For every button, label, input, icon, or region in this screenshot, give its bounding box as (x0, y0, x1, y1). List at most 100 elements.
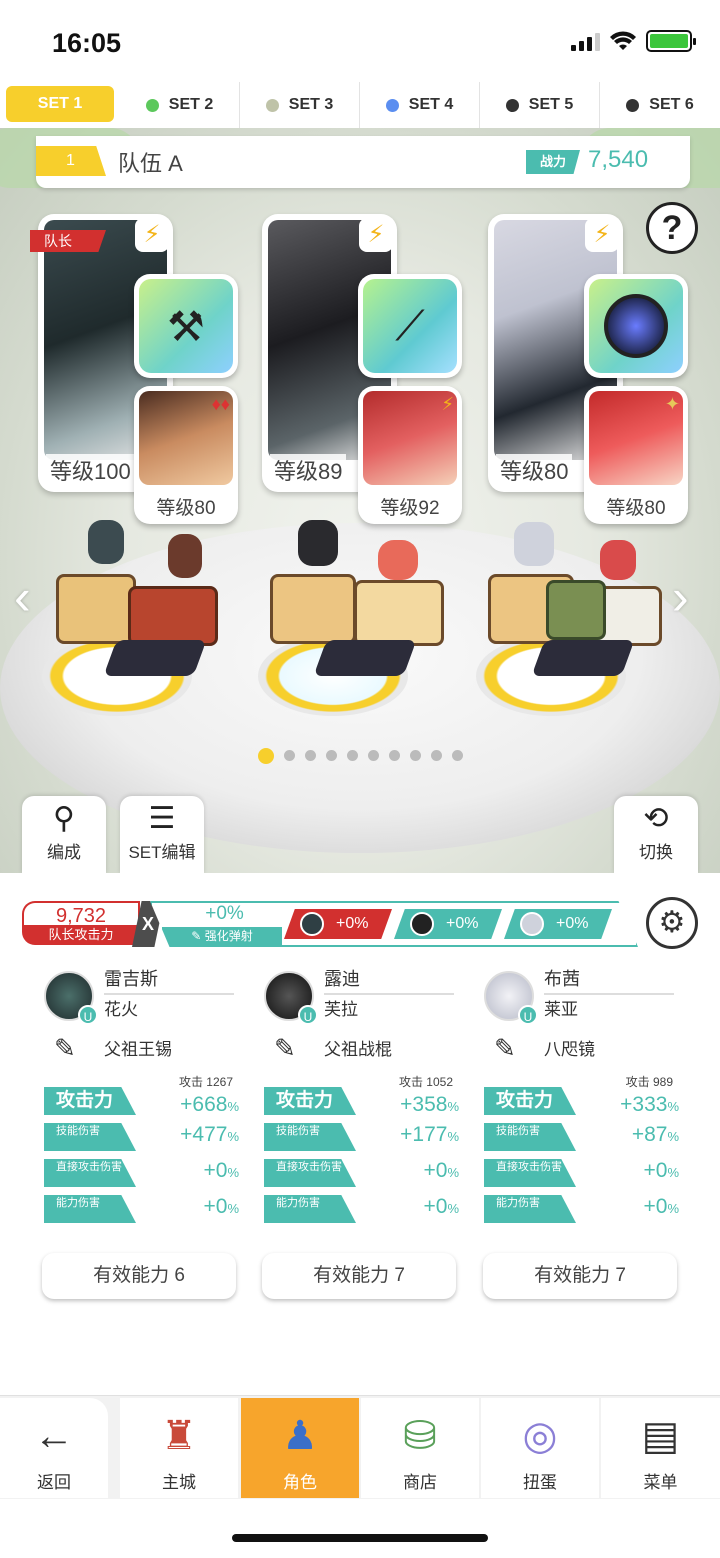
enhance-value: +0% (205, 903, 244, 924)
percent-sign: % (447, 1165, 459, 1180)
help-button[interactable]: ? (646, 202, 698, 254)
lightning-icon: ⚡ (359, 218, 393, 252)
set-edit-button[interactable]: ☰ SET编辑 (120, 796, 204, 873)
signal-icon (571, 31, 600, 51)
chevron-left-icon[interactable]: ‹ (14, 568, 31, 626)
tab-set-6[interactable]: SET 6 (600, 82, 720, 128)
stat-value: +0% (203, 1195, 239, 1219)
stat-label: 能力伤害 (44, 1195, 136, 1223)
page-dot[interactable] (325, 750, 337, 761)
nav-character[interactable]: ♟ 角色 (241, 1398, 359, 1498)
tab-set-5[interactable]: SET 5 (480, 82, 600, 128)
switch-button[interactable]: ⟲ 切换 (614, 796, 698, 873)
stat-value: +0% (643, 1159, 679, 1183)
hero-avatar[interactable]: U (484, 971, 538, 1025)
hero-avatar[interactable]: U (264, 971, 318, 1025)
weapon-card-3[interactable] (584, 274, 688, 378)
stat-value: +0% (423, 1159, 459, 1183)
stat-number: +668 (180, 1093, 228, 1116)
ultimate-badge-icon: U (298, 1005, 318, 1025)
boost-bar: +0% ✎ 强化弹射 +0% +0% +0% (150, 901, 638, 947)
nav-label: 主城 (162, 1473, 196, 1492)
page-dot[interactable] (367, 750, 379, 761)
chevron-right-icon[interactable]: › (672, 568, 689, 626)
tab-set-3[interactable]: SET 3 (240, 82, 360, 128)
weapon-name: 父祖王锡 (104, 1040, 172, 1059)
percent-sign: % (667, 1099, 679, 1114)
page-dot[interactable] (430, 750, 442, 761)
magnifier-gear-icon: ⚲ (53, 802, 75, 835)
gacha-icon: ◎ (522, 1414, 558, 1458)
stat-value: +0% (423, 1195, 459, 1219)
leader-tag: 队长 (30, 230, 106, 252)
power-value: 7,540 (588, 146, 649, 173)
accessory-level: 等级80 (156, 498, 216, 519)
stat-number: +333 (620, 1093, 668, 1116)
hero-name: 露迪 (324, 965, 454, 995)
effective-ability-button-3[interactable]: 有效能力 7 (483, 1253, 677, 1299)
nav-shop[interactable]: ⛁ 商店 (361, 1398, 479, 1498)
home-indicator[interactable] (232, 1534, 488, 1542)
settings-gear-button[interactable]: ⚙ (646, 897, 698, 949)
tab-set-2[interactable]: SET 2 (120, 82, 240, 128)
weapon-card-1[interactable]: ⚒ (134, 274, 238, 378)
accessory-card-3[interactable]: ✦ 等级80 (584, 386, 688, 524)
castle-icon: ♜ (161, 1414, 197, 1458)
page-dot[interactable] (388, 750, 400, 761)
team-name[interactable]: 队伍 A (118, 146, 183, 178)
nav-castle[interactable]: ♜ 主城 (120, 1398, 238, 1498)
page-dot[interactable] (283, 750, 295, 761)
stat-number: +0 (203, 1195, 228, 1218)
lightning-icon: ⚡ (585, 218, 619, 252)
stat-row-ability: 能力伤害 +0% (484, 1195, 679, 1225)
power-label: 战力 (526, 150, 580, 174)
set-color-dot (385, 98, 399, 112)
stat-row-direct: 直接攻击伤害 +0% (44, 1159, 239, 1189)
team-number: 1 (36, 146, 106, 176)
status-time: 16:05 (52, 28, 122, 58)
weapon-card-2[interactable]: ⟋ (358, 274, 462, 378)
nav-label: 返回 (37, 1473, 71, 1492)
stat-number: +0 (643, 1159, 668, 1182)
menu-icon: ▤ (641, 1414, 680, 1458)
stat-value: +87% (632, 1123, 679, 1147)
nav-menu[interactable]: ▤ 菜单 (601, 1398, 720, 1498)
stat-row-skill: 技能伤害 +87% (484, 1123, 679, 1153)
page-dot[interactable] (346, 750, 358, 761)
hero-level: 等级100 (46, 454, 135, 486)
accessory-card-1[interactable]: ♦♦ 等级80 (134, 386, 238, 524)
stat-row-attack: 攻击力 攻击 989 +333% (484, 1075, 679, 1117)
effective-ability-button-2[interactable]: 有效能力 7 (262, 1253, 456, 1299)
page-dot[interactable] (451, 750, 463, 761)
accessory-card-2[interactable]: ⚡ 等级92 (358, 386, 462, 524)
accessory-name: 芙拉 (324, 1000, 358, 1019)
effective-ability-button-1[interactable]: 有效能力 6 (42, 1253, 236, 1299)
stat-number: +0 (423, 1159, 448, 1182)
page-dot[interactable] (257, 748, 274, 764)
page-dot[interactable] (409, 750, 421, 761)
stat-row-attack: 攻击力 攻击 1267 +668% (44, 1075, 239, 1117)
gear-icon: ⚙ (658, 906, 686, 939)
nav-label: 角色 (283, 1473, 317, 1492)
stat-row-ability: 能力伤害 +0% (264, 1195, 459, 1225)
status-bar: 16:05 (0, 0, 720, 82)
accessory-name: 莱亚 (544, 1000, 578, 1019)
nav-back[interactable]: ← 返回 (0, 1398, 108, 1498)
weapon-icon: ✎ (54, 1033, 76, 1063)
tab-set-4[interactable]: SET 4 (360, 82, 480, 128)
switch-label: 切换 (639, 843, 673, 862)
shop-icon: ⛁ (403, 1414, 437, 1458)
chibi-sprite-1 (48, 520, 238, 690)
tab-set-1[interactable]: SET 1 (6, 86, 114, 122)
lightning-icon: ⚡ (135, 218, 169, 252)
stat-number: +358 (400, 1093, 448, 1116)
nav-gacha[interactable]: ◎ 扭蛋 (481, 1398, 599, 1498)
hero-avatar[interactable]: U (44, 971, 98, 1025)
team-header: 1 队伍 A 战力 7,540 (36, 136, 690, 188)
stat-row-direct: 直接攻击伤害 +0% (484, 1159, 679, 1189)
formation-button[interactable]: ⚲ 编成 (22, 796, 106, 873)
page-dot[interactable] (304, 750, 316, 761)
stat-number: +87 (631, 1123, 668, 1146)
hero-name: 雷吉斯 (104, 965, 234, 995)
leader-attack-label: 队长攻击力 (22, 925, 140, 945)
